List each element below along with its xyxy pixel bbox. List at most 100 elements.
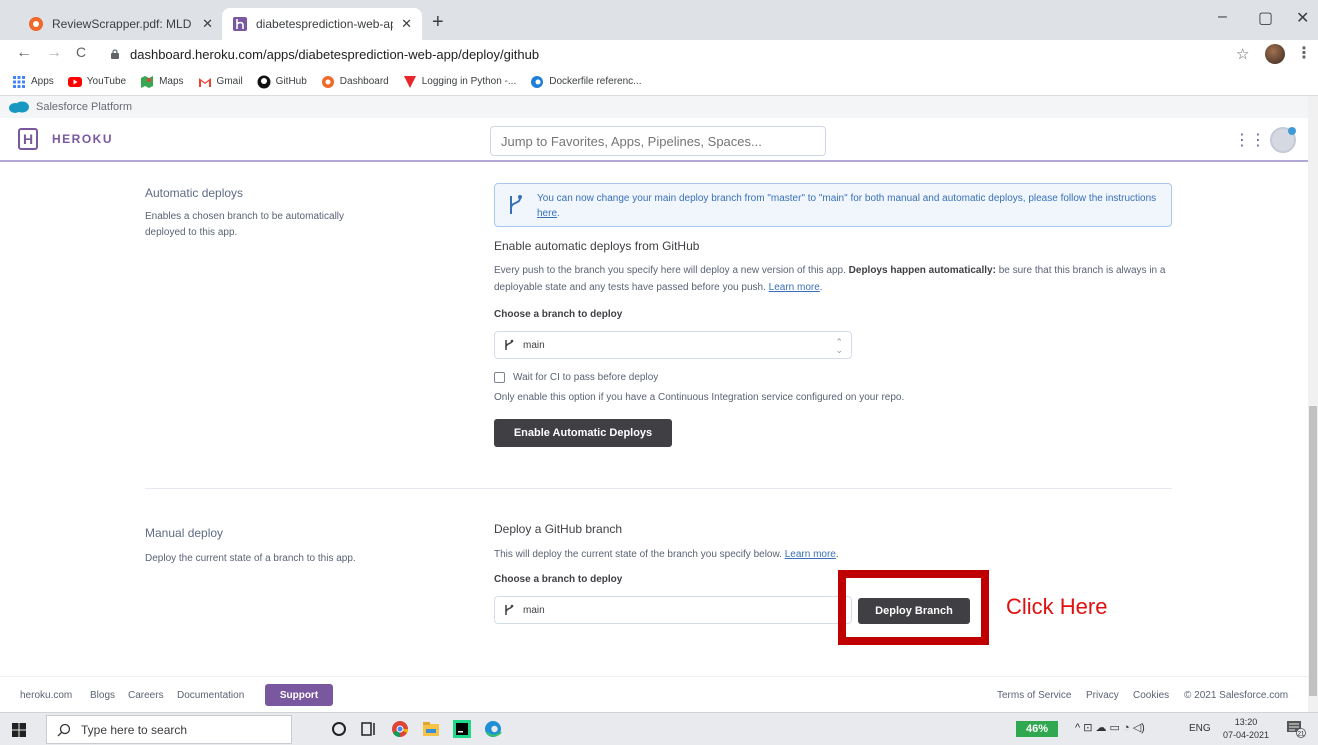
highlight-box bbox=[838, 570, 989, 645]
heroku-header: H HEROKU ⋮⋮⋮ bbox=[0, 118, 1308, 162]
notice-here-link[interactable]: here bbox=[537, 208, 557, 219]
bookmark-maps[interactable]: Maps bbox=[140, 75, 184, 89]
bookmark-logging-python[interactable]: Logging in Python -... bbox=[403, 75, 517, 89]
user-avatar[interactable] bbox=[1270, 127, 1296, 153]
maximize-button[interactable]: ▢ bbox=[1258, 8, 1273, 28]
back-button[interactable]: ← bbox=[16, 44, 32, 62]
auto-branch-select[interactable]: main ⌃ ⌄ bbox=[494, 331, 852, 359]
minimize-button[interactable]: – bbox=[1218, 8, 1227, 26]
manual-period: . bbox=[835, 549, 839, 560]
search-icon bbox=[57, 723, 71, 736]
taskbar-clock[interactable]: 13:20 07-04-2021 bbox=[1218, 716, 1274, 742]
bookmark-youtube[interactable]: YouTube bbox=[67, 75, 126, 89]
enable-automatic-deploys-button[interactable]: Enable Automatic Deploys bbox=[494, 419, 672, 447]
taskbar-search[interactable]: Type here to search bbox=[46, 715, 292, 744]
auto-choose-branch-label: Choose a branch to deploy bbox=[494, 309, 623, 320]
footer-link-blogs[interactable]: Blogs bbox=[90, 690, 115, 701]
footer-copyright: © 2021 Salesforce.com bbox=[1184, 690, 1289, 701]
system-tray-icons[interactable]: ^ ⊡ ☁ ▭ ◔ ◁) bbox=[1075, 721, 1145, 734]
footer-link-documentation[interactable]: Documentation bbox=[177, 690, 244, 701]
gmail-icon bbox=[198, 77, 211, 87]
footer-link-terms[interactable]: Terms of Service bbox=[997, 690, 1071, 701]
bookmark-apps[interactable]: Apps bbox=[12, 75, 54, 89]
address-bar: ← → C dashboard.heroku.com/apps/diabetes… bbox=[0, 40, 1318, 68]
jump-search-input[interactable] bbox=[490, 126, 826, 156]
bookmark-github[interactable]: GitHub bbox=[257, 75, 307, 89]
salesforce-platform-label: Salesforce Platform bbox=[36, 101, 132, 113]
bookmark-dashboard[interactable]: Dashboard bbox=[321, 75, 389, 89]
bookmark-star-icon[interactable]: ☆ bbox=[1236, 45, 1249, 63]
bookmark-gmail[interactable]: Gmail bbox=[198, 75, 243, 89]
manual-deploy-title: Manual deploy bbox=[145, 526, 224, 540]
lock-icon bbox=[111, 49, 119, 59]
auto-learn-more-link[interactable]: Learn more bbox=[769, 282, 820, 293]
bookmark-dockerfile[interactable]: Dockerfile referenc... bbox=[530, 75, 642, 89]
edge-icon[interactable] bbox=[484, 720, 502, 738]
browser-menu-icon[interactable]: ⋮ bbox=[1296, 43, 1312, 63]
footer-link-heroku[interactable]: heroku.com bbox=[20, 690, 72, 701]
footer-link-cookies[interactable]: Cookies bbox=[1133, 690, 1169, 701]
salesforce-platform-bar: Salesforce Platform bbox=[0, 96, 1308, 118]
bookmark-label: Apps bbox=[31, 76, 54, 87]
pycharm-icon[interactable] bbox=[453, 720, 471, 738]
browser-tab-bar: ReviewScrapper.pdf: MLD 28th M ✕ diabete… bbox=[0, 0, 1318, 40]
notice-message: You can now change your main deploy bran… bbox=[537, 193, 1157, 204]
page-scrollbar[interactable] bbox=[1308, 96, 1318, 712]
ci-note: Only enable this option if you have a Co… bbox=[494, 392, 905, 403]
chrome-icon[interactable] bbox=[391, 720, 409, 738]
youtube-icon bbox=[67, 76, 82, 87]
footer-link-careers[interactable]: Careers bbox=[128, 690, 164, 701]
apps-grid-icon bbox=[13, 75, 25, 88]
language-indicator[interactable]: ENG bbox=[1189, 723, 1211, 734]
manual-deploy-explanation: This will deploy the current state of th… bbox=[494, 546, 839, 563]
auto-body-text: Every push to the branch you specify her… bbox=[494, 265, 846, 276]
url-field[interactable]: dashboard.heroku.com/apps/diabetespredic… bbox=[110, 43, 1230, 65]
file-explorer-icon[interactable] bbox=[422, 720, 440, 738]
close-tab-icon[interactable]: ✕ bbox=[401, 16, 412, 32]
forward-button[interactable]: → bbox=[46, 44, 62, 62]
manual-branch-select[interactable]: main bbox=[494, 596, 852, 624]
close-window-button[interactable]: ✕ bbox=[1296, 8, 1309, 28]
logging-v-icon bbox=[403, 75, 416, 88]
section-divider bbox=[145, 488, 1172, 489]
git-branch-icon bbox=[510, 195, 522, 214]
tab-review-scrapper[interactable]: ReviewScrapper.pdf: MLD 28th M ✕ bbox=[18, 8, 223, 40]
deploy-github-branch-heading: Deploy a GitHub branch bbox=[494, 522, 623, 536]
manual-learn-more-link[interactable]: Learn more bbox=[785, 549, 836, 560]
bookmark-label: Logging in Python -... bbox=[421, 76, 517, 87]
reload-button[interactable]: C bbox=[76, 44, 86, 60]
battery-indicator[interactable]: 46% bbox=[1016, 721, 1058, 737]
tab-diabetes-app[interactable]: diabetesprediction-web-app · Gi ✕ bbox=[222, 8, 422, 40]
clock-date: 07-04-2021 bbox=[1222, 730, 1270, 740]
profile-avatar[interactable] bbox=[1265, 44, 1285, 64]
manual-deploy-description: Deploy the current state of a branch to … bbox=[145, 553, 356, 564]
cortana-icon[interactable] bbox=[330, 720, 348, 738]
windows-start-icon[interactable] bbox=[12, 723, 26, 737]
footer-link-privacy[interactable]: Privacy bbox=[1086, 690, 1119, 701]
click-here-annotation: Click Here bbox=[1006, 594, 1108, 619]
bookmarks-bar: Apps YouTube Maps Gmail GitHub Dashboard… bbox=[0, 68, 1318, 96]
github-icon bbox=[257, 75, 271, 88]
heroku-favicon-icon bbox=[233, 17, 247, 31]
scrollbar-thumb[interactable] bbox=[1309, 406, 1317, 696]
enable-auto-deploys-heading: Enable automatic deploys from GitHub bbox=[494, 239, 700, 253]
notification-center-icon[interactable]: 21 bbox=[1286, 720, 1306, 738]
branch-rename-notice: You can now change your main deploy bran… bbox=[494, 183, 1172, 227]
task-view-icon[interactable] bbox=[360, 720, 378, 738]
bookmark-label: Dashboard bbox=[339, 76, 389, 87]
heroku-logo-icon[interactable]: H bbox=[18, 128, 38, 150]
clock-time: 13:20 bbox=[1234, 717, 1258, 727]
close-tab-icon[interactable]: ✕ bbox=[202, 16, 213, 32]
bookmark-label: GitHub bbox=[275, 76, 307, 87]
tab-title: ReviewScrapper.pdf: MLD 28th M bbox=[52, 17, 194, 31]
page-viewport: Salesforce Platform H HEROKU ⋮⋮⋮ Automat… bbox=[0, 96, 1308, 712]
heroku-brand[interactable]: HEROKU bbox=[52, 132, 113, 146]
auto-deploys-explanation: Every push to the branch you specify her… bbox=[494, 262, 1174, 296]
salesforce-cloud-icon bbox=[9, 101, 29, 113]
maps-icon bbox=[141, 75, 154, 88]
automatic-deploys-description: Enables a chosen branch to be automatica… bbox=[145, 211, 345, 238]
taskbar-search-placeholder: Type here to search bbox=[81, 722, 188, 737]
new-tab-button[interactable]: + bbox=[432, 12, 444, 32]
support-button[interactable]: Support bbox=[265, 684, 333, 706]
wait-for-ci-checkbox[interactable] bbox=[494, 372, 505, 383]
